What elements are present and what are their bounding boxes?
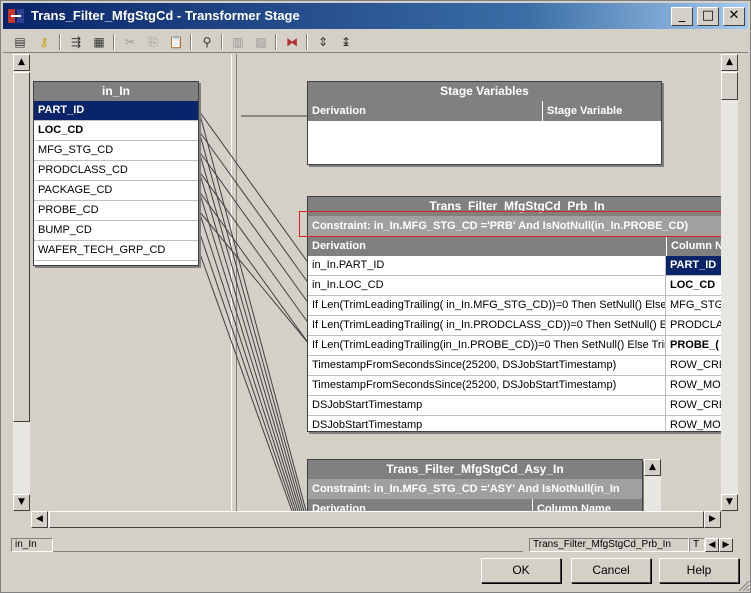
properties-icon[interactable]: ▤ — [11, 33, 29, 51]
derivation-cell[interactable]: DSJobStartTimestamp — [308, 396, 666, 416]
output-link-prb-header: Derivation Column N — [308, 236, 721, 256]
stage-variables-box[interactable]: Stage Variables Derivation Stage Variabl… — [307, 81, 662, 165]
output-link-tab-next[interactable]: T — [689, 538, 705, 552]
link-tab-strip — [53, 538, 523, 552]
column-name-cell[interactable]: LOC_CD — [666, 276, 721, 296]
output-link-asy-constraint[interactable]: Constraint: in_In.MFG_STG_CD ='ASY' And … — [308, 479, 642, 499]
output-derivation-header[interactable]: Derivation — [312, 236, 366, 256]
input-column-row[interactable]: LOC_CD — [34, 121, 198, 141]
paste-icon[interactable]: 📋 — [167, 33, 185, 51]
key-icon[interactable]: ⚷ — [35, 33, 53, 51]
scroll-up-icon[interactable]: ▲ — [644, 459, 661, 476]
toolbar: ▤ ⚷ ⇶ ▦ ✂ ⎘ 📋 ⚲ ▥ ▧ ⧓ ⇕ ↨ — [3, 31, 748, 53]
show-all-icon[interactable]: ▦ — [90, 33, 108, 51]
input-column-row[interactable]: WAFER_TECH_GRP_CD — [34, 241, 198, 261]
find-icon[interactable]: ⚲ — [198, 33, 216, 51]
output-link-prb-rows: in_In.PART_ID PART_ID in_In.LOC_CD LOC_C… — [308, 256, 721, 431]
derivation-cell[interactable]: TimestampFromSecondsSince(25200, DSJobSt… — [308, 356, 666, 376]
derivation-cell[interactable]: If Len(TrimLeadingTrailing(in_In.PROBE_C… — [308, 336, 666, 356]
maximize-button[interactable]: □ — [697, 7, 719, 26]
scroll-up-icon[interactable]: ▲ — [13, 54, 30, 71]
column-auto-match-icon[interactable]: ⇶ — [67, 33, 85, 51]
ok-button[interactable]: OK — [481, 558, 561, 583]
scroll-down-icon[interactable]: ▼ — [721, 494, 738, 511]
save-icon[interactable]: ▧ — [252, 33, 270, 51]
scrollbar-thumb[interactable] — [721, 72, 738, 100]
column-name-cell[interactable]: ROW_CRE — [666, 396, 721, 416]
column-name-cell[interactable]: ROW_MO — [666, 416, 721, 431]
toolbar-separator — [59, 34, 61, 50]
left-pane-vertical-scrollbar[interactable]: ▲ ▼ — [13, 54, 30, 511]
transformer-app-icon — [8, 9, 24, 23]
help-button[interactable]: Help — [659, 558, 739, 583]
copy-icon[interactable]: ⎘ — [144, 33, 162, 51]
scroll-left-icon[interactable]: ◀ — [31, 511, 48, 528]
column-name-cell[interactable]: PRODCLA — [666, 316, 721, 336]
output-link-asy[interactable]: Trans_Filter_MfgStgCd_Asy_In Constraint:… — [307, 459, 643, 511]
stage-variable-header[interactable]: Stage Variable — [542, 101, 622, 121]
input-link-order-icon[interactable]: ⇕ — [314, 33, 332, 51]
stage-variables-derivation-header[interactable]: Derivation — [312, 101, 366, 121]
scroll-right-icon[interactable]: ▶ — [704, 511, 721, 528]
input-column-row[interactable]: BUMP_CD — [34, 221, 198, 241]
output-link-tab[interactable]: Trans_Filter_MfgStgCd_Prb_In — [529, 538, 689, 552]
title-bar[interactable]: Trans_Filter_MfgStgCd - Transformer Stag… — [3, 3, 748, 29]
output-link-order-icon[interactable]: ⧓ — [283, 33, 301, 51]
derivation-cell[interactable]: If Len(TrimLeadingTrailing( in_In.MFG_ST… — [308, 296, 666, 316]
tab-scroll-left-icon[interactable]: ◀ — [705, 538, 719, 552]
resize-grip-icon[interactable] — [738, 580, 750, 592]
derivation-cell[interactable]: in_In.PART_ID — [308, 256, 666, 276]
link-canvas: in_In PART_ID LOC_CD MFG_STG_CD PRODCLAS… — [31, 54, 721, 511]
column-name-cell[interactable]: PART_ID — [666, 256, 721, 276]
input-link-tab[interactable]: in_In — [11, 538, 53, 552]
output-column-name-header[interactable]: Column N — [666, 236, 721, 256]
input-link-in-in[interactable]: in_In PART_ID LOC_CD MFG_STG_CD PRODCLAS… — [33, 81, 199, 266]
toolbar-separator — [113, 34, 115, 50]
scroll-down-icon[interactable]: ▼ — [13, 494, 30, 511]
input-column-row[interactable]: MFG_STG_CD — [34, 141, 198, 161]
cut-icon[interactable]: ✂ — [121, 33, 139, 51]
input-column-row[interactable]: PART_ID — [34, 101, 198, 121]
stage-variables-header: Derivation Stage Variable — [308, 101, 661, 121]
scrollbar-thumb[interactable] — [49, 511, 704, 528]
scroll-up-icon[interactable]: ▲ — [721, 54, 738, 71]
scrollbar-thumb[interactable] — [13, 72, 30, 422]
input-column-row[interactable]: PACKAGE_CD — [34, 181, 198, 201]
output-link-asy-header: Derivation Column Name — [308, 499, 642, 511]
column-name-cell[interactable]: ROW_CRE — [666, 356, 721, 376]
input-column-row[interactable]: PROBE_CD — [34, 201, 198, 221]
input-link-title: in_In — [34, 82, 198, 101]
derivation-cell[interactable]: DSJobStartTimestamp — [308, 416, 666, 431]
window-title: Trans_Filter_MfgStgCd - Transformer Stag… — [31, 8, 300, 23]
output-asy-derivation-header[interactable]: Derivation — [312, 499, 366, 511]
tab-scroll-right-icon[interactable]: ▶ — [719, 538, 733, 552]
column-name-cell[interactable]: ROW_MO — [666, 376, 721, 396]
derivation-cell[interactable]: TimestampFromSecondsSince(25200, DSJobSt… — [308, 376, 666, 396]
output-asy-column-name-header[interactable]: Column Name — [532, 499, 611, 511]
column-name-cell[interactable]: MFG_STG — [666, 296, 721, 316]
output-link-asy-title: Trans_Filter_MfgStgCd_Asy_In — [308, 460, 642, 479]
toolbar-separator — [221, 34, 223, 50]
transformer-stage-window: Trans_Filter_MfgStgCd - Transformer Stag… — [0, 0, 751, 593]
close-button[interactable]: ✕ — [723, 7, 745, 26]
load-icon[interactable]: ▥ — [229, 33, 247, 51]
derivation-cell[interactable]: If Len(TrimLeadingTrailing( in_In.PRODCL… — [308, 316, 666, 336]
horizontal-scrollbar[interactable]: ◀ ▶ — [31, 511, 721, 528]
toolbar-separator — [275, 34, 277, 50]
derivation-cell[interactable]: in_In.LOC_CD — [308, 276, 666, 296]
output-asy-vertical-scrollbar[interactable]: ▲ — [644, 459, 661, 511]
constraint-highlight — [299, 211, 721, 237]
right-pane-vertical-scrollbar[interactable]: ▲ ▼ — [721, 54, 738, 511]
cancel-button[interactable]: Cancel — [571, 558, 651, 583]
column-name-cell[interactable]: PROBE_( — [666, 336, 721, 356]
toolbar-separator — [306, 34, 308, 50]
minimize-button[interactable]: _ — [671, 7, 693, 26]
stage-variables-title: Stage Variables — [308, 82, 661, 101]
toolbar-separator — [190, 34, 192, 50]
input-column-row[interactable]: PRODCLASS_CD — [34, 161, 198, 181]
ordering-icon[interactable]: ↨ — [337, 33, 355, 51]
